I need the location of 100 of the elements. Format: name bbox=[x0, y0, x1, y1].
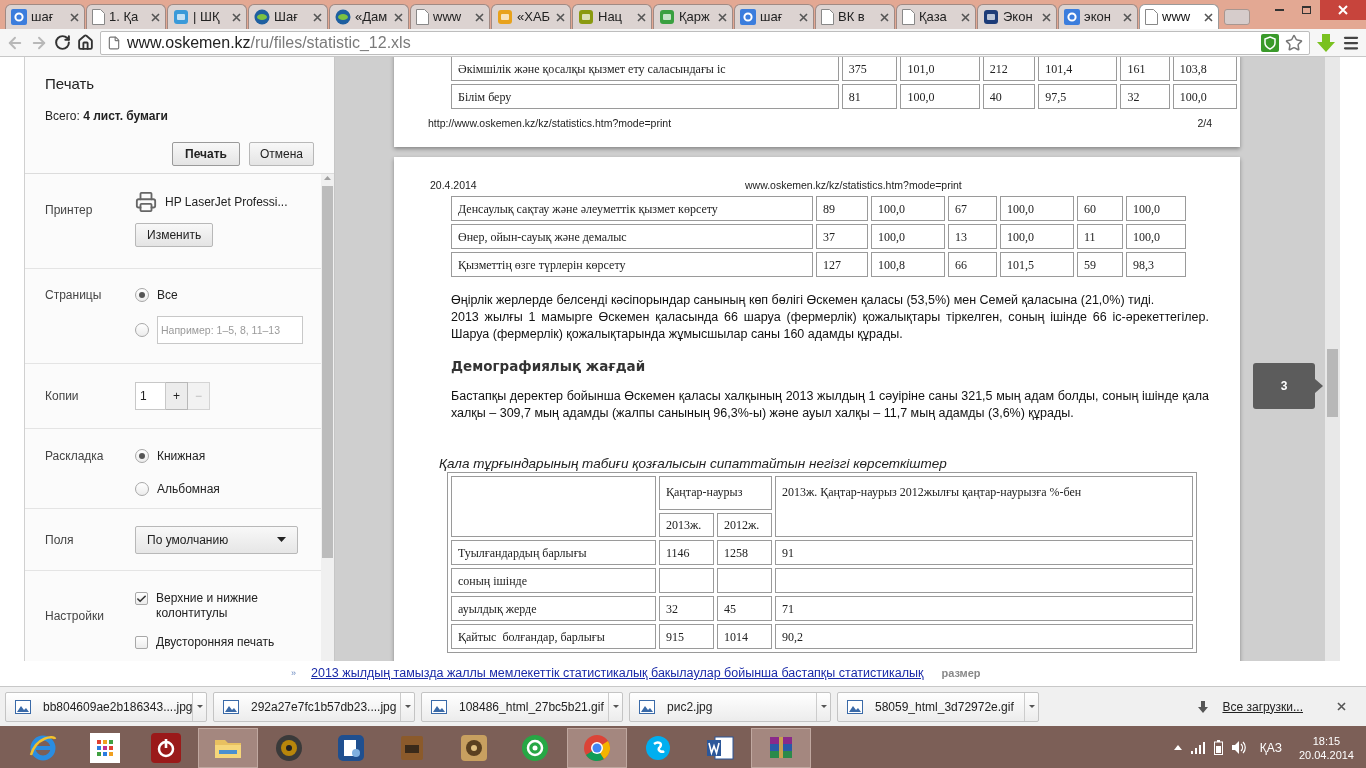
copies-label: Копии bbox=[45, 388, 80, 405]
browser-tab[interactable]: экон bbox=[1058, 4, 1138, 29]
caret-icon[interactable] bbox=[820, 705, 827, 708]
site-logo-icon bbox=[1064, 9, 1080, 25]
address-bar[interactable]: www.oskemen.kz/ru/files/statistic_12.xls bbox=[100, 30, 1310, 55]
page-icon bbox=[416, 9, 429, 25]
volume-icon[interactable] bbox=[1231, 741, 1247, 754]
change-printer-button[interactable]: Изменить bbox=[135, 223, 214, 247]
table-cell: 81 bbox=[841, 84, 898, 109]
table-cell: Қаңтар-наурыз bbox=[659, 476, 772, 510]
home-icon[interactable] bbox=[77, 34, 94, 51]
browser-tab[interactable]: Қаза bbox=[896, 4, 976, 29]
table-cell: соның ішінде bbox=[451, 568, 656, 593]
shield-icon[interactable] bbox=[1261, 33, 1279, 52]
caret-icon[interactable] bbox=[404, 705, 411, 708]
radio-button[interactable] bbox=[135, 449, 149, 463]
caret-icon[interactable] bbox=[612, 705, 619, 708]
caret-icon[interactable] bbox=[1028, 705, 1035, 708]
table-cell: 100,0 bbox=[871, 224, 945, 249]
power-icon[interactable] bbox=[151, 732, 181, 763]
browser-tab[interactable]: | ШҚ bbox=[167, 4, 247, 29]
taskbar-button[interactable] bbox=[197, 727, 258, 768]
clock[interactable]: 18:15 20.04.2014 bbox=[1298, 733, 1354, 762]
cancel-button[interactable]: Отмена bbox=[248, 141, 314, 166]
taskbar-button[interactable] bbox=[566, 727, 627, 768]
table-cell: ауылдық жерде bbox=[451, 596, 656, 621]
page-icon bbox=[92, 9, 105, 25]
download-arrow-icon bbox=[1198, 700, 1209, 713]
close-icon[interactable] bbox=[232, 12, 241, 22]
close-icon[interactable] bbox=[799, 12, 808, 22]
browser-tab[interactable]: «ХАБ bbox=[491, 4, 571, 29]
close-icon[interactable] bbox=[637, 12, 646, 22]
reload-icon[interactable] bbox=[54, 34, 71, 51]
scrollbar[interactable] bbox=[1325, 57, 1340, 661]
close-icon[interactable] bbox=[394, 12, 403, 22]
close-icon[interactable] bbox=[961, 12, 970, 22]
close-icon[interactable] bbox=[151, 12, 160, 22]
page-icon bbox=[107, 35, 121, 50]
signal-icon[interactable] bbox=[1190, 741, 1205, 754]
table-cell: 1146 bbox=[659, 540, 714, 565]
table-cell: 97,5 bbox=[1038, 84, 1118, 109]
browser-tab[interactable]: ВК в bbox=[815, 4, 895, 29]
table-cell: Қайтыс болғандар, барлығы bbox=[451, 624, 656, 649]
copies-field[interactable]: 1 bbox=[135, 382, 166, 410]
download-item[interactable]: 108486_html_27bc5b21.gif bbox=[421, 691, 623, 722]
close-window-button[interactable] bbox=[1320, 0, 1366, 20]
download-item[interactable]: bb804609ae2b186343....jpg bbox=[5, 691, 207, 722]
page-header-url: www.oskemen.kz/kz/statistics.htm?mode=print bbox=[745, 178, 962, 194]
caret-up-icon[interactable] bbox=[1173, 745, 1182, 750]
close-icon[interactable] bbox=[313, 12, 322, 22]
download-item[interactable]: 292a27e7fc1b57db23....jpg bbox=[213, 691, 415, 722]
close-icon[interactable] bbox=[1123, 12, 1132, 22]
taskbar-button[interactable] bbox=[751, 727, 811, 768]
image-file-icon bbox=[847, 699, 863, 714]
download-link[interactable]: 2013 жылдың тамызда жаллы мемлекеттік статистикалық бакылаулар бойынша бастапқы статистикалық bbox=[311, 664, 924, 683]
browser-tab[interactable]: Шағ bbox=[248, 4, 328, 29]
page-range-field[interactable]: Например: 1–5, 8, 11–13 bbox=[157, 316, 303, 344]
table-cell: 100,0 bbox=[871, 196, 945, 221]
download-item[interactable]: рис2.jpg bbox=[629, 691, 831, 722]
checkbox[interactable] bbox=[135, 636, 148, 649]
size-label: размер bbox=[941, 666, 981, 682]
table-cell: 71 bbox=[775, 596, 1193, 621]
battery-icon[interactable] bbox=[1213, 740, 1223, 755]
close-icon[interactable] bbox=[70, 12, 79, 22]
browser-tab[interactable]: Нац bbox=[572, 4, 652, 29]
caret-icon[interactable] bbox=[196, 705, 203, 708]
print-button[interactable]: Печать bbox=[172, 141, 240, 166]
close-icon[interactable] bbox=[1337, 702, 1346, 711]
browser-tab[interactable]: www bbox=[410, 4, 490, 29]
browser-tab[interactable]: шағ bbox=[734, 4, 814, 29]
browser-tab[interactable]: шағ bbox=[5, 4, 85, 29]
close-icon[interactable] bbox=[880, 12, 889, 22]
increment-button[interactable]: + bbox=[166, 382, 188, 410]
language-indicator[interactable]: ҚАЗ bbox=[1259, 738, 1282, 757]
speaker-icon[interactable] bbox=[274, 732, 304, 763]
tiles-icon[interactable] bbox=[89, 732, 120, 763]
close-icon[interactable] bbox=[718, 12, 727, 22]
download-item[interactable]: 58059_html_3d72972e.gif bbox=[837, 691, 1039, 722]
close-icon[interactable] bbox=[475, 12, 484, 22]
browser-tab[interactable]: «Дам bbox=[329, 4, 409, 29]
scrollbar[interactable] bbox=[321, 174, 334, 661]
checkbox[interactable] bbox=[135, 592, 148, 605]
browser-icon[interactable] bbox=[581, 732, 612, 763]
site-logo-icon bbox=[578, 9, 594, 25]
browser-tab[interactable]: Қарж bbox=[653, 4, 733, 29]
browser-tab[interactable]: Экон bbox=[977, 4, 1057, 29]
close-icon[interactable] bbox=[556, 12, 565, 22]
all-downloads-link[interactable]: Все загрузки... bbox=[1222, 697, 1303, 716]
table-cell: 32 bbox=[1120, 84, 1170, 109]
close-icon[interactable] bbox=[1042, 12, 1051, 22]
table-cell: 212 bbox=[982, 57, 1036, 81]
radio-button[interactable] bbox=[135, 482, 149, 496]
radio-button[interactable] bbox=[135, 288, 149, 302]
close-icon[interactable] bbox=[1204, 12, 1213, 22]
bookmark-star-icon[interactable] bbox=[1285, 33, 1303, 52]
browser-tab[interactable]: 1. Қа bbox=[86, 4, 166, 29]
margins-dropdown[interactable]: По умолчанию bbox=[135, 525, 298, 554]
radio-button[interactable] bbox=[135, 323, 149, 337]
browser-tab[interactable]: www bbox=[1139, 4, 1219, 29]
margins-label: Поля bbox=[45, 531, 75, 549]
